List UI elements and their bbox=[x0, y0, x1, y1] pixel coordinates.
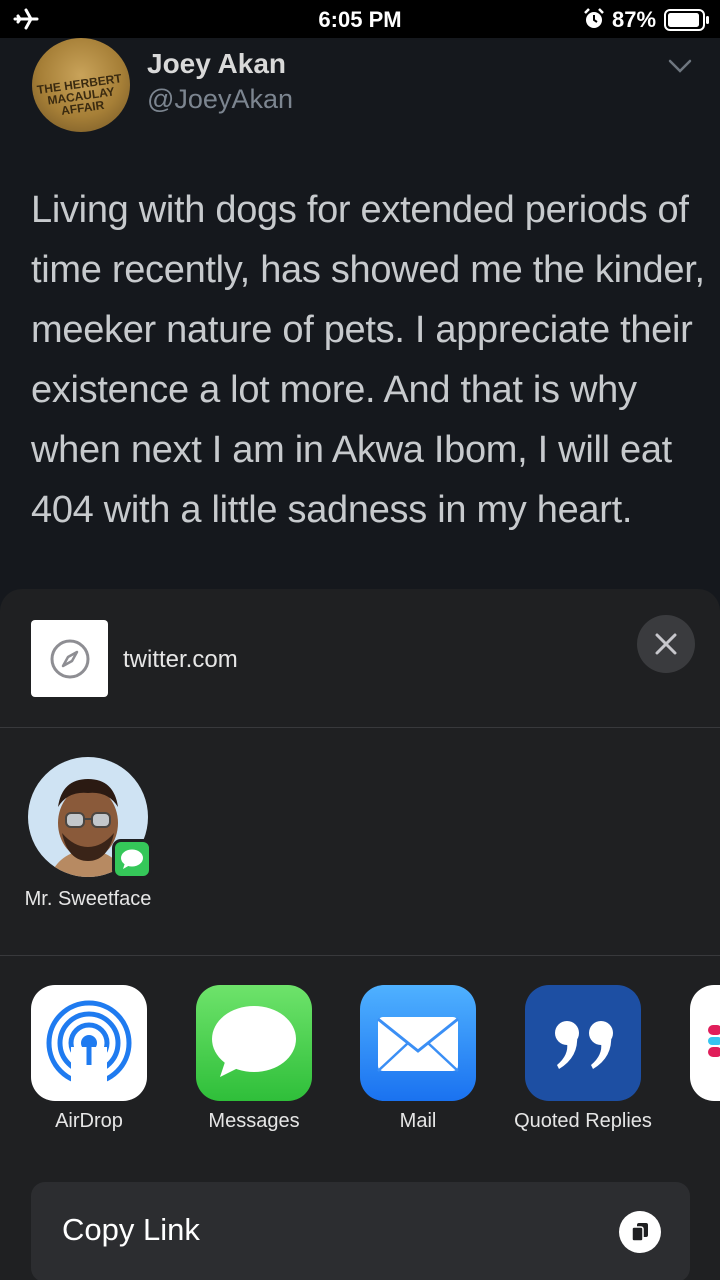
compass-icon bbox=[31, 620, 108, 697]
close-button[interactable] bbox=[637, 615, 695, 673]
alarm-icon bbox=[584, 8, 604, 28]
messages-icon bbox=[196, 985, 312, 1101]
divider bbox=[0, 727, 720, 728]
divider bbox=[0, 955, 720, 956]
slack-icon bbox=[690, 985, 720, 1101]
author-name[interactable]: Joey Akan bbox=[147, 48, 286, 80]
close-icon bbox=[655, 633, 677, 655]
app-label: Quoted Replies bbox=[514, 1110, 652, 1132]
quoted-replies-icon bbox=[525, 985, 641, 1101]
app-label: Messages bbox=[208, 1110, 300, 1132]
copy-link-button[interactable]: Copy Link bbox=[31, 1182, 690, 1280]
copy-link-label: Copy Link bbox=[62, 1212, 200, 1247]
copy-icon bbox=[619, 1211, 661, 1253]
contact-name: Mr. Sweetface bbox=[24, 888, 152, 910]
app-label: Mail bbox=[399, 1110, 437, 1132]
share-app-row: AirDrop Messages Mail Quoted Replies bbox=[0, 985, 720, 1185]
battery-percent: 87% bbox=[612, 7, 657, 32]
mail-icon bbox=[360, 985, 476, 1101]
share-sheet: twitter.com Mr. Sweetface AirDrop Messag… bbox=[0, 589, 720, 1280]
messages-badge-icon bbox=[112, 839, 152, 879]
status-bar: 6:05 PM 87% bbox=[0, 0, 720, 38]
app-label: AirDrop bbox=[55, 1110, 123, 1132]
author-handle[interactable]: @JoeyAkan bbox=[147, 84, 293, 115]
airdrop-icon bbox=[31, 985, 147, 1101]
share-header: twitter.com bbox=[0, 589, 720, 728]
battery-icon bbox=[664, 9, 709, 31]
author-avatar[interactable]: THE HERBERT MACAULAY AFFAIR bbox=[32, 38, 130, 132]
avatar-logo-text: THE HERBERT MACAULAY AFFAIR bbox=[36, 71, 123, 118]
tweet-body: Living with dogs for extended periods of… bbox=[31, 189, 705, 531]
chevron-down-icon[interactable] bbox=[668, 58, 692, 74]
tweet: THE HERBERT MACAULAY AFFAIR Joey Akan @J… bbox=[0, 38, 720, 598]
share-url: twitter.com bbox=[123, 646, 238, 673]
